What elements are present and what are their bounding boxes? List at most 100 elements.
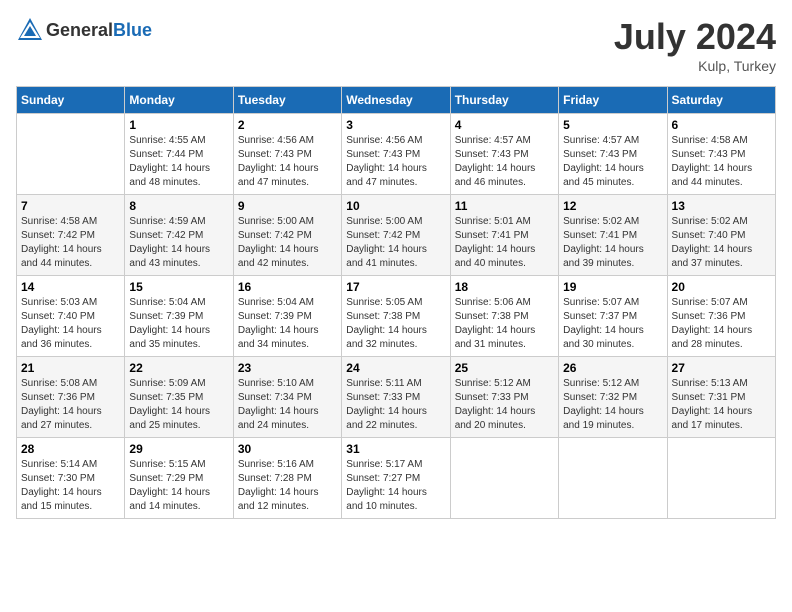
day-info: Sunrise: 4:56 AM Sunset: 7:43 PM Dayligh… [346,134,445,190]
day-number: 7 [21,199,120,213]
day-number: 9 [238,199,337,213]
calendar-table: SundayMondayTuesdayWednesdayThursdayFrid… [16,86,776,519]
day-info: Sunrise: 5:14 AM Sunset: 7:30 PM Dayligh… [21,458,120,514]
calendar-week-row: 21 Sunrise: 5:08 AM Sunset: 7:36 PM Dayli… [17,357,776,438]
calendar-day-cell: 1 Sunrise: 4:55 AM Sunset: 7:44 PM Daylig… [125,114,233,195]
day-info: Sunrise: 4:58 AM Sunset: 7:42 PM Dayligh… [21,215,120,271]
day-of-week-header: Tuesday [233,87,341,114]
calendar-body: 1 Sunrise: 4:55 AM Sunset: 7:44 PM Daylig… [17,114,776,519]
calendar-day-cell: 6 Sunrise: 4:58 AM Sunset: 7:43 PM Daylig… [667,114,775,195]
day-number: 1 [129,118,228,132]
calendar-week-row: 7 Sunrise: 4:58 AM Sunset: 7:42 PM Daylig… [17,195,776,276]
day-info: Sunrise: 4:59 AM Sunset: 7:42 PM Dayligh… [129,215,228,271]
day-info: Sunrise: 4:58 AM Sunset: 7:43 PM Dayligh… [672,134,771,190]
day-number: 13 [672,199,771,213]
day-number: 14 [21,280,120,294]
calendar-day-cell: 23Sunrise: 5:10 AM Sunset: 7:34 PM Dayli… [233,357,341,438]
day-number: 24 [346,361,445,375]
day-info: Sunrise: 4:57 AM Sunset: 7:43 PM Dayligh… [455,134,554,190]
day-number: 17 [346,280,445,294]
day-number: 8 [129,199,228,213]
day-info: Sunrise: 5:09 AM Sunset: 7:35 PM Dayligh… [129,377,228,433]
calendar-week-row: 1 Sunrise: 4:55 AM Sunset: 7:44 PM Daylig… [17,114,776,195]
day-number: 31 [346,442,445,456]
day-info: Sunrise: 5:11 AM Sunset: 7:33 PM Dayligh… [346,377,445,433]
day-info: Sunrise: 5:01 AM Sunset: 7:41 PM Dayligh… [455,215,554,271]
day-info: Sunrise: 5:06 AM Sunset: 7:38 PM Dayligh… [455,296,554,352]
day-info: Sunrise: 5:07 AM Sunset: 7:36 PM Dayligh… [672,296,771,352]
day-number: 20 [672,280,771,294]
logo: GeneralBlue [16,16,152,44]
day-of-week-header: Monday [125,87,233,114]
day-number: 29 [129,442,228,456]
day-number: 4 [455,118,554,132]
day-info: Sunrise: 5:04 AM Sunset: 7:39 PM Dayligh… [238,296,337,352]
calendar-day-cell: 10 Sunrise: 5:00 AM Sunset: 7:42 PM Dayli… [342,195,450,276]
day-info: Sunrise: 5:00 AM Sunset: 7:42 PM Dayligh… [238,215,337,271]
calendar-day-cell: 26 Sunrise: 5:12 AM Sunset: 7:32 PM Dayli… [559,357,667,438]
calendar-day-cell: 9 Sunrise: 5:00 AM Sunset: 7:42 PM Daylig… [233,195,341,276]
day-number: 30 [238,442,337,456]
calendar-day-cell: 24 Sunrise: 5:11 AM Sunset: 7:33 PM Dayli… [342,357,450,438]
calendar-day-cell: 17Sunrise: 5:05 AM Sunset: 7:38 PM Dayli… [342,276,450,357]
day-number: 18 [455,280,554,294]
day-info: Sunrise: 5:12 AM Sunset: 7:32 PM Dayligh… [563,377,662,433]
day-number: 3 [346,118,445,132]
calendar-day-cell [450,438,558,519]
day-info: Sunrise: 5:00 AM Sunset: 7:42 PM Dayligh… [346,215,445,271]
calendar-day-cell: 30Sunrise: 5:16 AM Sunset: 7:28 PM Dayli… [233,438,341,519]
calendar-header: SundayMondayTuesdayWednesdayThursdayFrid… [17,87,776,114]
day-number: 25 [455,361,554,375]
day-number: 26 [563,361,662,375]
day-number: 5 [563,118,662,132]
day-info: Sunrise: 4:55 AM Sunset: 7:44 PM Dayligh… [129,134,228,190]
calendar-week-row: 28 Sunrise: 5:14 AM Sunset: 7:30 PM Dayli… [17,438,776,519]
calendar-week-row: 14Sunrise: 5:03 AM Sunset: 7:40 PM Dayli… [17,276,776,357]
day-info: Sunrise: 5:07 AM Sunset: 7:37 PM Dayligh… [563,296,662,352]
logo-icon [16,16,44,44]
day-info: Sunrise: 5:02 AM Sunset: 7:40 PM Dayligh… [672,215,771,271]
calendar-day-cell: 19 Sunrise: 5:07 AM Sunset: 7:37 PM Dayli… [559,276,667,357]
day-number: 6 [672,118,771,132]
day-number: 11 [455,199,554,213]
calendar-day-cell: 18 Sunrise: 5:06 AM Sunset: 7:38 PM Dayli… [450,276,558,357]
day-info: Sunrise: 5:12 AM Sunset: 7:33 PM Dayligh… [455,377,554,433]
day-number: 15 [129,280,228,294]
title-area: July 2024 Kulp, Turkey [614,16,776,74]
calendar-day-cell: 22Sunrise: 5:09 AM Sunset: 7:35 PM Dayli… [125,357,233,438]
day-info: Sunrise: 5:08 AM Sunset: 7:36 PM Dayligh… [21,377,120,433]
day-number: 19 [563,280,662,294]
day-number: 12 [563,199,662,213]
calendar-day-cell: 2Sunrise: 4:56 AM Sunset: 7:43 PM Daylig… [233,114,341,195]
calendar-day-cell: 16Sunrise: 5:04 AM Sunset: 7:39 PM Dayli… [233,276,341,357]
calendar-day-cell: 5Sunrise: 4:57 AM Sunset: 7:43 PM Daylig… [559,114,667,195]
location: Kulp, Turkey [614,58,776,74]
day-number: 21 [21,361,120,375]
day-of-week-header: Wednesday [342,87,450,114]
day-info: Sunrise: 4:56 AM Sunset: 7:43 PM Dayligh… [238,134,337,190]
day-number: 10 [346,199,445,213]
calendar-day-cell [667,438,775,519]
calendar-day-cell: 27 Sunrise: 5:13 AM Sunset: 7:31 PM Dayli… [667,357,775,438]
calendar-day-cell: 7 Sunrise: 4:58 AM Sunset: 7:42 PM Daylig… [17,195,125,276]
day-info: Sunrise: 5:13 AM Sunset: 7:31 PM Dayligh… [672,377,771,433]
day-number: 27 [672,361,771,375]
day-info: Sunrise: 5:04 AM Sunset: 7:39 PM Dayligh… [129,296,228,352]
day-info: Sunrise: 5:02 AM Sunset: 7:41 PM Dayligh… [563,215,662,271]
day-info: Sunrise: 5:17 AM Sunset: 7:27 PM Dayligh… [346,458,445,514]
calendar-day-cell: 4 Sunrise: 4:57 AM Sunset: 7:43 PM Daylig… [450,114,558,195]
day-of-week-header: Friday [559,87,667,114]
logo-text-blue: Blue [113,20,152,40]
calendar-day-cell [17,114,125,195]
calendar-day-cell: 14Sunrise: 5:03 AM Sunset: 7:40 PM Dayli… [17,276,125,357]
page-header: GeneralBlue July 2024 Kulp, Turkey [16,16,776,74]
day-number: 28 [21,442,120,456]
day-of-week-header: Sunday [17,87,125,114]
calendar-day-cell: 15 Sunrise: 5:04 AM Sunset: 7:39 PM Dayli… [125,276,233,357]
day-of-week-header: Saturday [667,87,775,114]
day-info: Sunrise: 5:10 AM Sunset: 7:34 PM Dayligh… [238,377,337,433]
calendar-day-cell: 25 Sunrise: 5:12 AM Sunset: 7:33 PM Dayli… [450,357,558,438]
calendar-day-cell [559,438,667,519]
calendar-day-cell: 8 Sunrise: 4:59 AM Sunset: 7:42 PM Daylig… [125,195,233,276]
calendar-day-cell: 31 Sunrise: 5:17 AM Sunset: 7:27 PM Dayli… [342,438,450,519]
